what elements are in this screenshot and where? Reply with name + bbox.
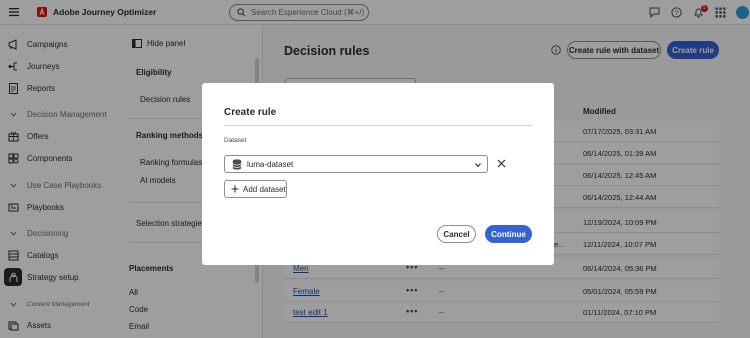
create-rule-dialog: Create rule Dataset luma-dataset Add dat… xyxy=(202,83,554,265)
dataset-label: Dataset xyxy=(224,137,247,144)
add-dataset-button[interactable]: Add dataset xyxy=(224,180,287,198)
remove-dataset-icon[interactable] xyxy=(496,158,507,169)
dataset-value: luma-dataset xyxy=(247,160,294,169)
database-icon xyxy=(232,159,242,170)
divider xyxy=(224,125,532,126)
add-dataset-label: Add dataset xyxy=(243,185,286,194)
continue-button[interactable]: Continue xyxy=(485,225,532,243)
plus-icon xyxy=(231,185,239,193)
dialog-title: Create rule xyxy=(224,107,277,118)
dataset-picker[interactable]: luma-dataset xyxy=(224,155,488,173)
cancel-button[interactable]: Cancel xyxy=(437,225,476,243)
chevron-down-icon xyxy=(475,163,481,168)
